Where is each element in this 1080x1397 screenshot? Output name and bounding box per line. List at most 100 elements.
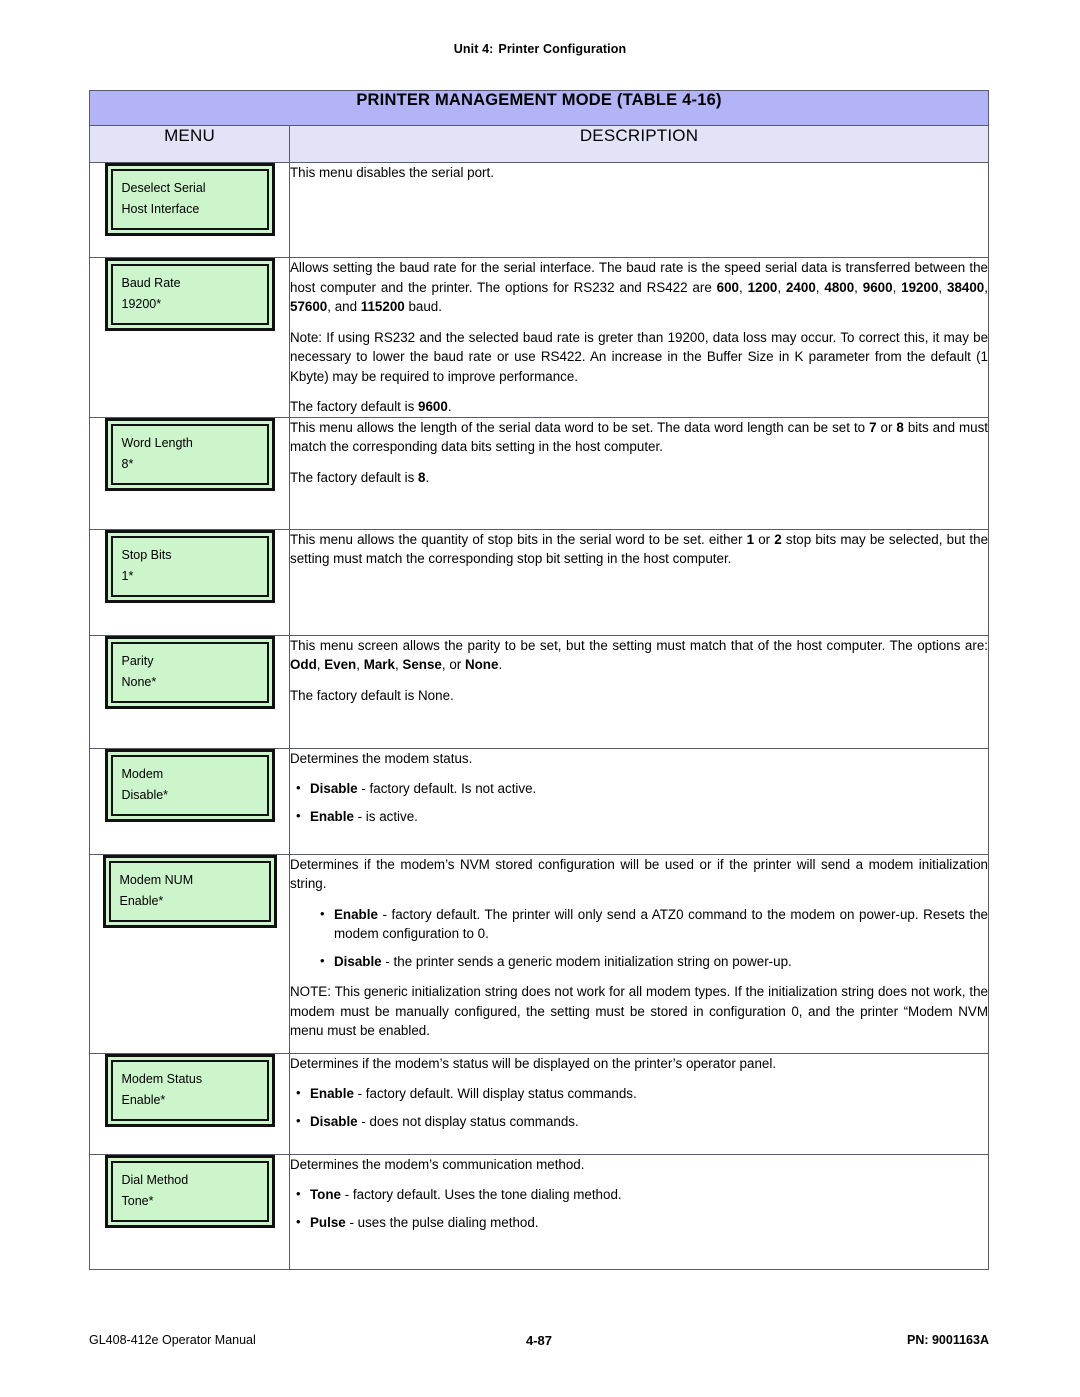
table-row: Word Length 8* This menu allows the leng… (89, 416, 990, 530)
lcd-inner: Stop Bits 1* (110, 535, 269, 597)
table-row: Deselect Serial Host Interface This menu… (89, 162, 990, 258)
printer-management-mode-table: PRINTER MANAGEMENT MODE (TABLE 4-16) MEN… (88, 90, 990, 1270)
desc-paragraph: Determines if the modem’s NVM stored con… (290, 856, 989, 892)
option-name: Enable (334, 906, 378, 922)
baud-option: 38400 (947, 279, 985, 295)
sep: , (938, 279, 947, 295)
sep: , or (441, 657, 465, 672)
parity-option: Sense (402, 657, 442, 672)
baud-option: 4800 (824, 279, 855, 295)
lcd-line-1: Deselect Serial (121, 181, 206, 195)
sep: , (356, 657, 364, 672)
sep: , (892, 279, 902, 295)
table-row: Modem NUM Enable* Determines if the mode… (89, 853, 990, 1054)
description-cell-deselect-serial: This menu disables the serial port. (288, 162, 990, 258)
menu-cell-modem-status: Modem Status Enable* (89, 1052, 290, 1155)
option-name: Enable (310, 1086, 354, 1101)
running-head-unit: Unit 4: (453, 42, 494, 56)
list-item: Tone - factory default. Uses the tone di… (290, 1184, 988, 1205)
lcd-inner: Deselect Serial Host Interface (110, 169, 269, 230)
option-list: Disable - factory default. Is not active… (290, 778, 988, 826)
sep: , (777, 279, 786, 295)
desc-text: . (447, 399, 452, 414)
sep: , (739, 279, 748, 295)
desc-text: The factory default is (290, 399, 419, 414)
desc-paragraph: Note: If using RS232 and the selected ba… (290, 329, 989, 384)
table-row: Baud Rate 19200* Allows setting the baud… (89, 257, 990, 418)
desc-paragraph: This menu allows the quantity of stop bi… (290, 530, 988, 569)
menu-cell-baud-rate: Baud Rate 19200* (89, 257, 290, 418)
desc-text: baud. (404, 299, 442, 314)
option-name: Disable (310, 781, 358, 796)
desc-text: This menu allows the length of the seria… (290, 419, 870, 435)
desc-text: This menu screen allows the parity to be… (290, 637, 989, 653)
option-list: Enable - factory default. The printer wi… (314, 904, 989, 972)
word-length-option: 7 (869, 419, 877, 435)
baud-option: 9600 (862, 279, 893, 295)
option-name: Enable (310, 808, 354, 824)
lcd-inner: Word Length 8* (110, 423, 269, 485)
parity-option: Odd (290, 657, 317, 672)
description-cell-word-length: This menu allows the length of the seria… (288, 416, 990, 530)
desc-paragraph: The factory default is 8. (290, 468, 988, 488)
desc-paragraph: Determines the modem’s communication met… (290, 1156, 585, 1172)
desc-paragraph: The factory default is None. (290, 687, 454, 703)
lcd-line-2: 8* (121, 456, 134, 471)
menu-cell-word-length: Word Length 8* (89, 416, 290, 530)
lcd-inner: Modem NUM Enable* (108, 860, 271, 922)
lcd-line-1: Modem (121, 766, 164, 781)
desc-note-paragraph: NOTE: This generic initialization string… (290, 984, 989, 1038)
option-desc: - is active. (353, 808, 418, 824)
lcd-menu-box: Deselect Serial Host Interface (104, 163, 275, 236)
lcd-menu-box: Stop Bits 1* (104, 529, 275, 603)
baud-option: 2400 (785, 279, 816, 295)
menu-cell-dial-method: Dial Method Tone* (89, 1153, 290, 1270)
table-row: Modem Disable* Determines the modem stat… (89, 747, 990, 855)
option-desc: - the printer sends a generic modem init… (381, 953, 792, 969)
manual-page: Unit 4: Printer Configuration PRINTER MAN… (0, 0, 1080, 1397)
factory-default-value: 9600 (418, 399, 448, 414)
desc-paragraph: The factory default is 9600. (290, 397, 988, 417)
sep: , (854, 279, 863, 295)
parity-option: None (464, 657, 499, 672)
lcd-line-2: Enable* (119, 893, 164, 908)
lcd-line-2: Tone* (121, 1193, 154, 1208)
table-row: Stop Bits 1* This menu allows the quanti… (89, 528, 990, 636)
option-name: Pulse (310, 1214, 346, 1230)
description-cell-baud-rate: Allows setting the baud rate for the ser… (288, 257, 990, 418)
lcd-line-2: 1* (121, 568, 134, 583)
desc-paragraph: This menu disables the serial port. (290, 165, 494, 180)
table-row: Modem Status Enable* Determines if the m… (89, 1052, 990, 1155)
baud-option: 1200 (747, 279, 778, 295)
lcd-inner: Baud Rate 19200* (110, 264, 269, 325)
description-cell-modem: Determines the modem status. Disable - f… (288, 747, 990, 855)
option-desc: - factory default. The printer will only… (334, 906, 989, 942)
menu-cell-modem: Modem Disable* (89, 747, 290, 855)
desc-text: This menu allows the quantity of stop bi… (290, 531, 747, 547)
description-cell-modem-num: Determines if the modem’s NVM stored con… (288, 853, 990, 1054)
option-name: Disable (334, 953, 382, 969)
list-item: Disable - factory default. Is not active… (290, 778, 988, 799)
parity-option: Even (324, 657, 357, 672)
table-row: Dial Method Tone* Determines the modem’s… (89, 1153, 990, 1270)
word-length-option: 8 (896, 419, 904, 435)
column-header-description: DESCRIPTION (288, 125, 990, 163)
column-header-menu: MENU (89, 125, 290, 163)
option-desc: - does not display status commands. (357, 1113, 579, 1129)
lcd-inner: Modem Status Enable* (110, 1059, 269, 1121)
footer-page-number: 4-87 (525, 1333, 553, 1348)
list-item: Enable - factory default. Will display s… (290, 1083, 988, 1104)
desc-paragraph: Allows setting the baud rate for the ser… (290, 258, 988, 317)
menu-cell-stop-bits: Stop Bits 1* (89, 528, 290, 636)
sep: , and (327, 299, 361, 314)
lcd-line-2: 19200* (121, 297, 162, 311)
description-cell-dial-method: Determines the modem’s communication met… (288, 1153, 990, 1270)
lcd-menu-box: Modem Disable* (104, 748, 275, 822)
lcd-line-2: None* (121, 674, 157, 689)
stop-bits-option: 2 (774, 531, 782, 547)
option-list: Enable - factory default. Will display s… (290, 1083, 988, 1131)
sep: or (876, 419, 897, 435)
stop-bits-option: 1 (746, 531, 755, 547)
menu-cell-modem-num: Modem NUM Enable* (89, 853, 290, 1054)
lcd-menu-box: Parity None* (104, 635, 275, 709)
